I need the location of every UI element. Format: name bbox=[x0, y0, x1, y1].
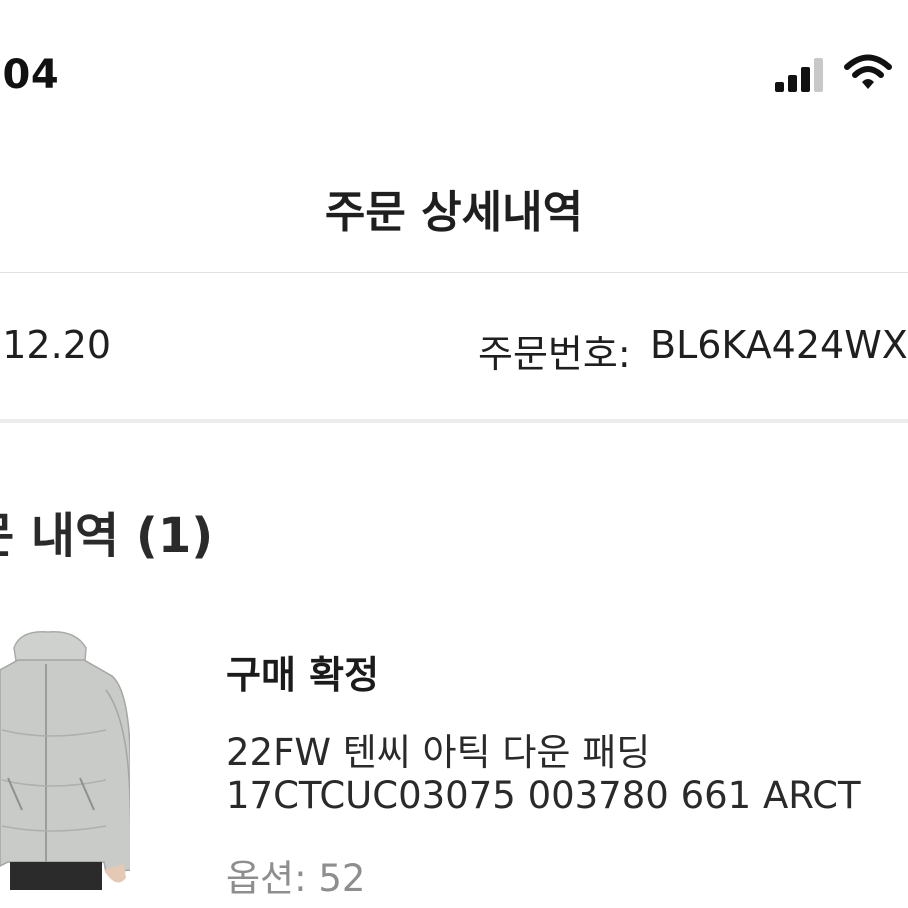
order-number-value: BL6KA424WX bbox=[650, 323, 908, 367]
status-bar: :04 bbox=[0, 0, 908, 140]
page-title: 주문 상세내역 bbox=[324, 187, 584, 238]
order-number-label: 주문번호: bbox=[478, 332, 631, 376]
order-date: 2.12.20 bbox=[0, 323, 112, 367]
status-time: :04 bbox=[0, 52, 60, 98]
option-label: 옵션: bbox=[226, 857, 307, 900]
product-code: 17CTCUC03075 003780 661 ARCT bbox=[226, 774, 861, 817]
cellular-signal-icon bbox=[775, 58, 823, 92]
option-value: 52 bbox=[318, 857, 366, 900]
product-option: 옵션: 52 bbox=[226, 848, 365, 902]
purchase-status: 구매 확정 bbox=[226, 653, 380, 697]
wifi-icon bbox=[844, 54, 892, 89]
product-card[interactable]: 구매 확정 22FW 텐씨 아틱 다운 패딩 17CTCUC03075 0037… bbox=[0, 600, 908, 908]
order-items-heading: 문 내역 (1) bbox=[0, 508, 214, 564]
order-info-row: 2.12.20 주문번호: BL6KA424WX bbox=[0, 273, 908, 419]
product-image[interactable] bbox=[0, 630, 130, 890]
section-divider bbox=[0, 419, 908, 423]
product-name[interactable]: 22FW 텐씨 아틱 다운 패딩 bbox=[226, 722, 650, 776]
